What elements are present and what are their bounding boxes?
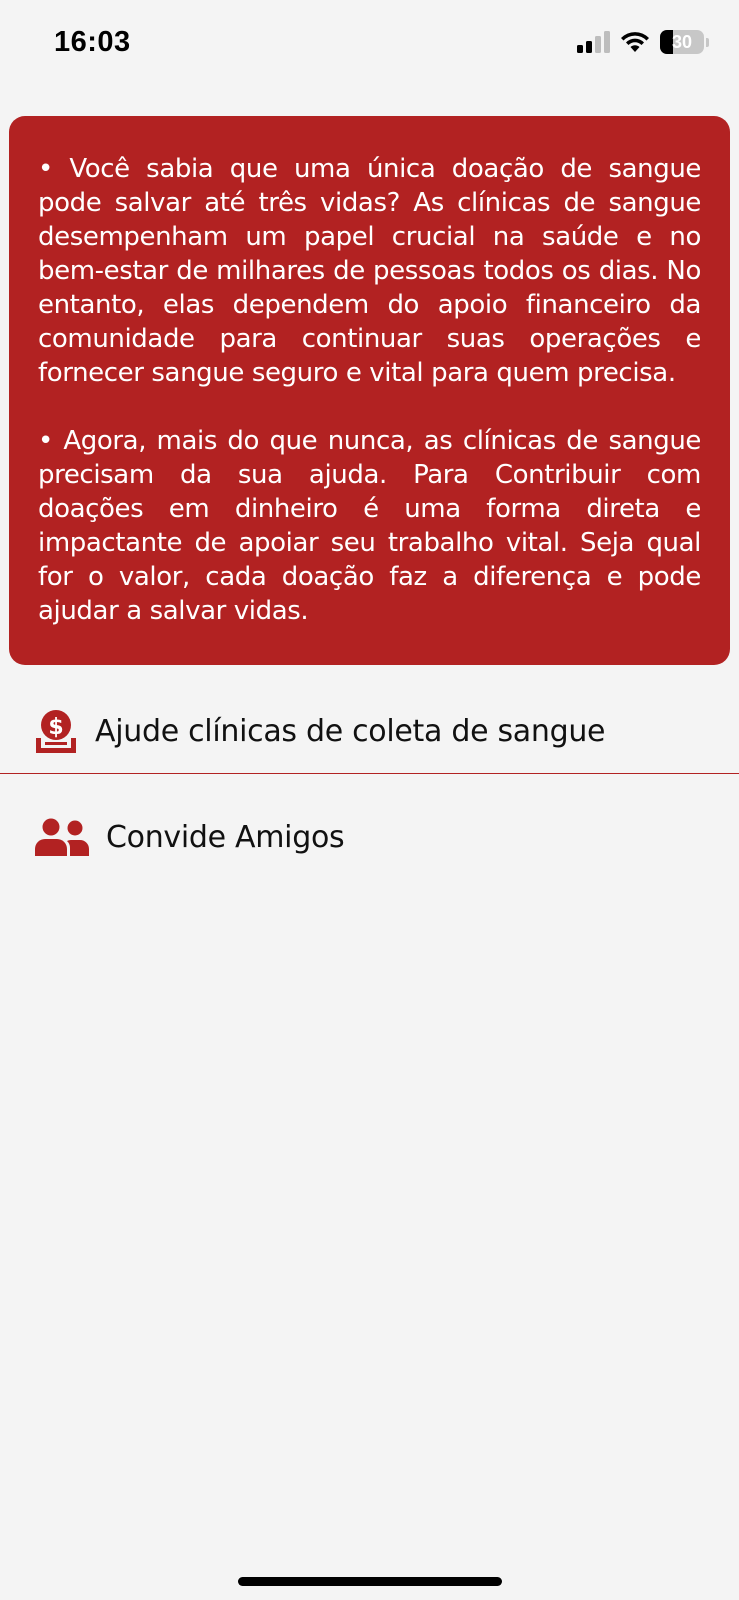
- svg-text:$: $: [48, 715, 63, 740]
- menu-item-label: Ajude clínicas de coleta de sangue: [95, 713, 606, 749]
- menu-divider: [0, 773, 739, 774]
- donate-money-icon: $: [34, 708, 78, 754]
- cellular-signal-icon: [577, 31, 610, 53]
- info-paragraph: • Você sabia que uma única doação de san…: [38, 154, 701, 388]
- status-bar: 16:03 30: [0, 0, 739, 90]
- battery-level: 30: [671, 32, 693, 52]
- battery-nub: [706, 37, 709, 47]
- battery-icon: 30: [660, 30, 704, 54]
- info-paragraph: • Agora, mais do que nunca, as clínicas …: [38, 426, 701, 626]
- info-card: • Você sabia que uma única doação de san…: [9, 116, 730, 665]
- home-indicator[interactable]: [238, 1577, 502, 1586]
- menu-item-help-blood-clinics[interactable]: $ Ajude clínicas de coleta de sangue: [0, 690, 739, 772]
- menu-item-invite-friends[interactable]: Convide Amigos: [0, 796, 739, 878]
- menu-item-label: Convide Amigos: [106, 819, 345, 855]
- status-icons: 30: [577, 30, 709, 54]
- status-time: 16:03: [54, 26, 131, 58]
- users-icon: [34, 818, 90, 856]
- wifi-icon: [621, 32, 649, 52]
